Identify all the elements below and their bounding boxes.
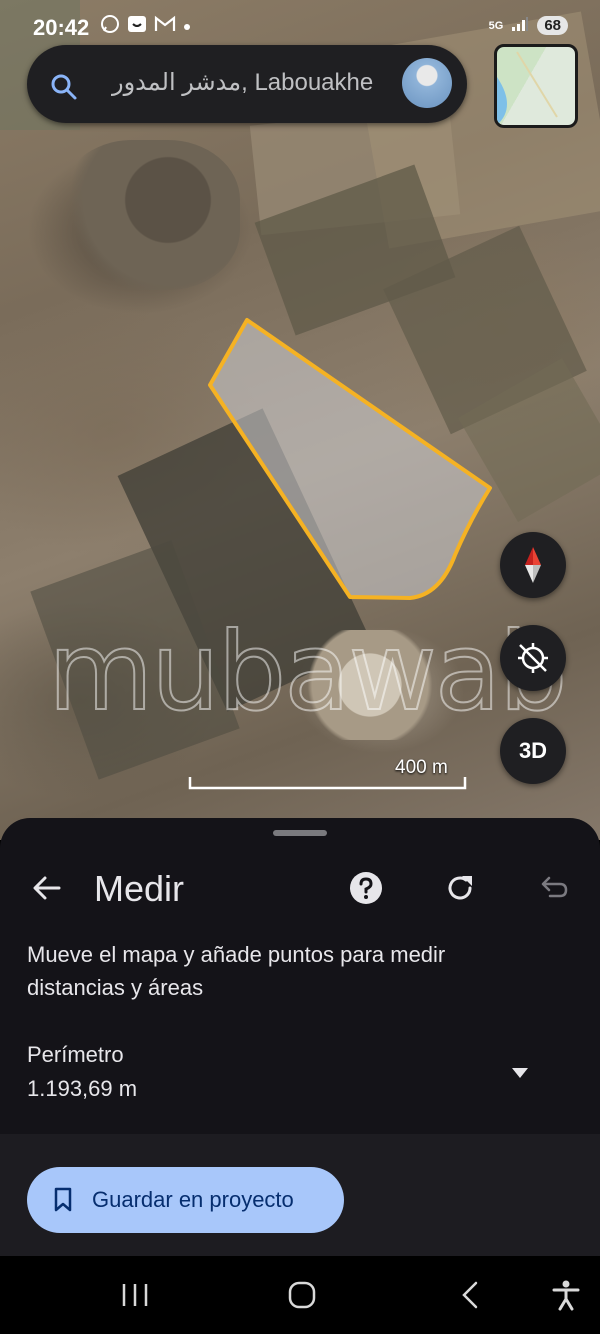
battery-indicator: 68 xyxy=(537,16,568,35)
back-button[interactable] xyxy=(27,868,67,908)
help-button[interactable] xyxy=(346,868,386,908)
reset-button[interactable] xyxy=(440,868,480,908)
notification-icons xyxy=(100,14,192,39)
home-button[interactable] xyxy=(272,1256,332,1334)
compass-icon xyxy=(525,547,541,583)
recents-button[interactable] xyxy=(105,1256,165,1334)
measure-value: 1.193,69 m xyxy=(27,1076,138,1101)
system-nav-bar xyxy=(0,1256,600,1334)
home-icon xyxy=(288,1281,316,1309)
app-notification-icon xyxy=(126,14,148,39)
undo-icon xyxy=(541,876,568,898)
instructions: Mueve el mapa y añade puntos para medir … xyxy=(27,942,446,1000)
measure-label: Perímetro xyxy=(27,1042,124,1067)
drag-handle[interactable] xyxy=(273,830,327,836)
satellite-map[interactable]: mubawab 400 m 20:42 5G 68 مدشر المدور, L… xyxy=(0,0,600,840)
accessibility-button[interactable] xyxy=(536,1256,596,1334)
refresh-icon xyxy=(448,876,472,900)
3d-button[interactable]: 3D xyxy=(500,718,566,784)
save-label: Guardar en proyecto xyxy=(92,1187,294,1212)
caret-down-icon xyxy=(512,1068,528,1078)
scale-label: 400 m xyxy=(395,757,448,778)
arrow-left-icon xyxy=(33,876,61,900)
save-to-project-button[interactable]: Guardar en proyecto xyxy=(27,1167,344,1233)
sheet-footer: Guardar en proyecto xyxy=(0,1134,600,1256)
search-icon[interactable] xyxy=(50,73,78,106)
recents-icon xyxy=(122,1284,148,1306)
bookmark-icon xyxy=(54,1187,72,1212)
avatar[interactable] xyxy=(402,58,452,108)
whatsapp-icon xyxy=(100,14,120,39)
chevron-left-icon xyxy=(462,1281,478,1309)
search-query[interactable]: مدشر المدور, Labouakhe xyxy=(112,68,373,97)
3d-label: 3D xyxy=(518,738,548,763)
accessibility-icon xyxy=(552,1280,580,1311)
undo-button[interactable] xyxy=(534,868,574,908)
location-off-icon xyxy=(518,643,548,673)
location-button[interactable] xyxy=(500,625,566,691)
gmail-icon xyxy=(154,15,176,38)
watermark: mubawab xyxy=(47,609,568,736)
status-time: 20:42 xyxy=(33,15,90,40)
status-right: 5G 68 xyxy=(489,16,568,35)
back-nav-button[interactable] xyxy=(440,1256,500,1334)
compass-button[interactable] xyxy=(500,532,566,598)
minimap-layer-button[interactable] xyxy=(494,44,578,128)
network-label: 5G xyxy=(488,19,504,32)
dot-icon xyxy=(182,16,192,37)
sheet-title: Medir xyxy=(94,868,185,909)
signal-icon xyxy=(511,16,529,35)
measure-sheet: Medir Mueve el mapa y añade puntos para … xyxy=(0,818,600,1256)
help-circle-icon xyxy=(350,872,382,904)
measure-dropdown[interactable] xyxy=(505,1058,535,1088)
